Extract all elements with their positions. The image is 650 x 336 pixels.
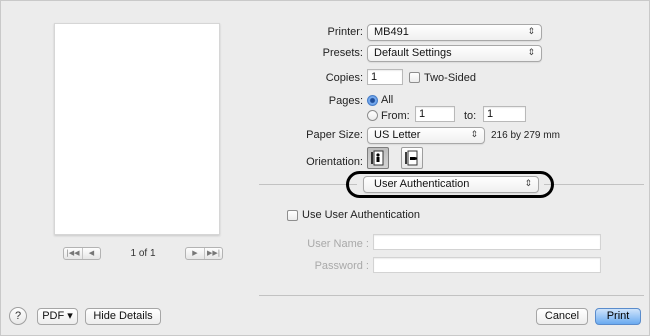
portrait-orientation-button[interactable]: [367, 147, 389, 169]
copies-label: Copies:: [325, 72, 363, 84]
landscape-orientation-icon: [405, 150, 418, 166]
use-user-authentication-checkbox[interactable]: [287, 210, 298, 221]
password-label: Password :: [314, 260, 369, 272]
highlight-ring: [346, 171, 554, 198]
help-icon[interactable]: ?: [9, 307, 27, 325]
pdf-menu-button[interactable]: PDF ▾: [37, 308, 78, 325]
updown-arrows-icon: ⇕: [527, 27, 535, 37]
presets-label: Presets:: [322, 47, 363, 59]
separator-right: [544, 184, 644, 185]
pages-to-label: to:: [464, 110, 477, 122]
cancel-button[interactable]: Cancel: [536, 308, 588, 325]
hide-details-button[interactable]: Hide Details: [85, 308, 161, 325]
previous-page-button[interactable]: ◀: [82, 247, 100, 259]
user-name-label: User Name :: [307, 238, 369, 250]
updown-arrows-icon: ⇕: [527, 48, 535, 58]
pages-from-field[interactable]: 1: [415, 106, 455, 122]
presets-value: Default Settings: [374, 47, 452, 59]
copies-field[interactable]: 1: [367, 69, 403, 85]
pages-from-radio[interactable]: [367, 110, 378, 121]
paper-size-value: US Letter: [374, 129, 421, 141]
preview-forward-group: ▶ ▶▶|: [185, 246, 223, 260]
footer-separator: [259, 295, 644, 296]
pages-to-field[interactable]: 1: [483, 106, 526, 122]
paper-size-popup[interactable]: US Letter ⇕: [367, 127, 485, 144]
print-dialog: |◀◀ ◀ 1 of 1 ▶ ▶▶| Printer: MB491 ⇕ Pres…: [0, 0, 650, 336]
next-page-button[interactable]: ▶: [186, 248, 204, 259]
use-user-authentication-label: Use User Authentication: [302, 209, 421, 221]
last-page-button[interactable]: ▶▶|: [204, 247, 222, 259]
pages-all-radio[interactable]: [367, 95, 378, 106]
printer-popup[interactable]: MB491 ⇕: [367, 24, 542, 41]
presets-popup[interactable]: Default Settings ⇕: [367, 45, 542, 62]
paper-size-label: Paper Size:: [306, 129, 363, 141]
two-sided-label: Two-Sided: [424, 72, 476, 84]
paper-dimensions: 216 by 279 mm: [491, 130, 560, 141]
updown-arrows-icon: ⇕: [470, 130, 478, 140]
pages-from-label: From:: [381, 110, 410, 122]
first-page-button[interactable]: |◀◀: [64, 248, 82, 259]
two-sided-checkbox[interactable]: [409, 72, 420, 83]
password-field[interactable]: [373, 257, 601, 273]
separator-left: [259, 184, 357, 185]
preview-navigation: |◀◀ ◀ 1 of 1 ▶ ▶▶|: [63, 245, 223, 261]
preview-back-group: |◀◀ ◀: [63, 246, 101, 260]
portrait-orientation-icon: [371, 150, 384, 166]
print-button[interactable]: Print: [595, 308, 641, 325]
printer-label: Printer:: [327, 26, 363, 38]
user-name-field[interactable]: [373, 234, 601, 250]
page-preview: [54, 23, 220, 235]
landscape-orientation-button[interactable]: [401, 147, 423, 169]
orientation-label: Orientation:: [306, 156, 363, 168]
printer-value: MB491: [374, 26, 409, 38]
pages-label: Pages:: [328, 95, 363, 107]
page-count: 1 of 1: [130, 247, 156, 259]
pages-all-label: All: [381, 94, 394, 106]
